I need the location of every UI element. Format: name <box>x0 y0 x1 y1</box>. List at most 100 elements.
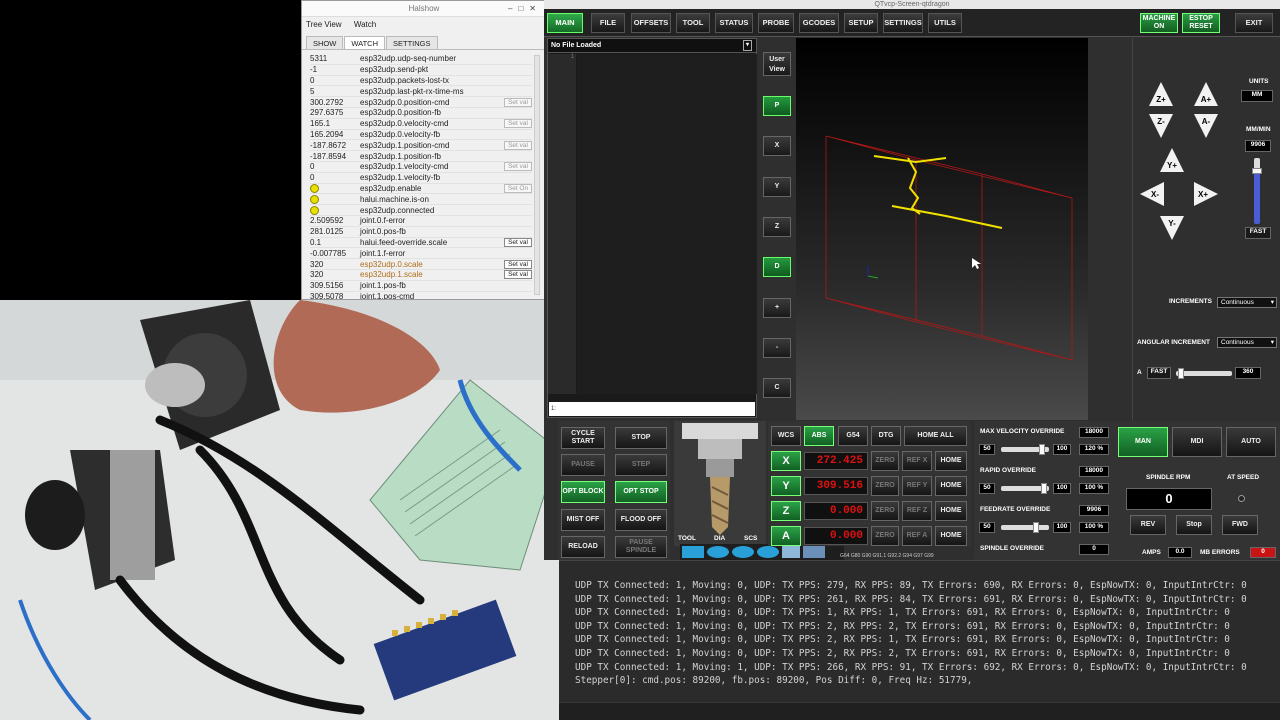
tab-utils[interactable]: UTILS <box>928 13 962 33</box>
mdi-input[interactable]: 1: <box>549 402 755 416</box>
spindle-rev-button[interactable]: REV <box>1130 515 1166 535</box>
gear-icon[interactable] <box>707 546 729 558</box>
dtg-button[interactable]: DTG <box>871 426 901 446</box>
tab-watch[interactable]: WATCH <box>344 36 386 49</box>
mode-auto-button[interactable]: AUTO <box>1226 427 1276 457</box>
tab-status[interactable]: STATUS <box>715 13 753 33</box>
menu-tree-view[interactable]: Tree View <box>306 20 342 29</box>
cycle-start-button[interactable]: CYCLE START <box>561 427 605 449</box>
axis-a-button[interactable]: A <box>771 526 801 546</box>
tool-icon[interactable] <box>682 546 704 558</box>
view-x-button[interactable]: X <box>763 136 791 156</box>
jog-rate-slider[interactable] <box>1252 158 1262 224</box>
tab-settings[interactable]: SETTINGS <box>386 36 438 49</box>
window-controls[interactable]: –□✕ <box>508 1 542 17</box>
axis-y-button[interactable]: Y <box>771 476 801 496</box>
ref-z-button[interactable]: REF Z <box>902 501 932 521</box>
spindle-stop-button[interactable]: Stop <box>1176 515 1212 535</box>
home-all-button[interactable]: HOME ALL <box>904 426 967 446</box>
home-y-button[interactable]: HOME <box>935 476 967 496</box>
axis-z-button[interactable]: Z <box>771 501 801 521</box>
a-jog-slider[interactable] <box>1176 368 1232 379</box>
ref-x-button[interactable]: REF X <box>902 451 932 471</box>
jog-z-plus-icon[interactable]: Z+ <box>1147 80 1175 108</box>
gear-icon[interactable] <box>757 546 779 558</box>
stop-button[interactable]: STOP <box>615 427 667 449</box>
angular-increment-combo[interactable]: Continuous ▾ <box>1217 337 1277 348</box>
override-slider[interactable] <box>1001 444 1049 455</box>
tab-main[interactable]: MAIN <box>547 13 583 33</box>
tab-show[interactable]: SHOW <box>306 36 344 49</box>
set-value-button[interactable]: Set val <box>504 140 532 150</box>
tab-gcodes[interactable]: GCODES <box>799 13 839 33</box>
watch-scrollbar[interactable] <box>534 55 540 295</box>
tab-settings[interactable]: SETTINGS <box>883 13 923 33</box>
jog-a-plus-icon[interactable]: A+ <box>1192 80 1220 108</box>
jog-fast-button[interactable]: FAST <box>1245 227 1271 239</box>
mode-man-button[interactable]: MAN <box>1118 427 1168 457</box>
set-value-button[interactable]: Set val <box>504 259 532 269</box>
home-a-button[interactable]: HOME <box>935 526 967 546</box>
view-y-button[interactable]: Y <box>763 177 791 197</box>
set-value-button[interactable]: Set val <box>504 97 532 107</box>
ref-a-button[interactable]: REF A <box>902 526 932 546</box>
machine-on-button[interactable]: MACHINE ON <box>1140 13 1178 33</box>
abs-button[interactable]: ABS <box>804 426 834 446</box>
gcode-text-area[interactable] <box>577 54 757 394</box>
mode-mdi-button[interactable]: MDI <box>1172 427 1222 457</box>
estop-reset-button[interactable]: ESTOP RESET <box>1182 13 1220 33</box>
jog-y-plus-icon[interactable]: Y+ <box>1158 146 1186 174</box>
zoom-out-button[interactable]: - <box>763 338 791 358</box>
set-value-button[interactable]: Set val <box>504 119 532 129</box>
exit-button[interactable]: EXIT <box>1235 13 1273 33</box>
increments-combo[interactable]: Continuous ▾ <box>1217 297 1277 308</box>
override-slider[interactable] <box>1001 522 1049 533</box>
gear-icon[interactable] <box>732 546 754 558</box>
view-d-button[interactable]: D <box>763 257 791 277</box>
magnifier-icon[interactable] <box>782 546 800 558</box>
flood-off-button[interactable]: FLOOD OFF <box>615 509 667 531</box>
tab-offsets[interactable]: OFFSETS <box>631 13 671 33</box>
set-value-button[interactable]: Set val <box>504 237 532 247</box>
tab-tool[interactable]: TOOL <box>676 13 710 33</box>
set-value-button[interactable]: Set val <box>504 162 532 172</box>
set-value-button[interactable]: Set On <box>504 183 532 193</box>
mist-off-button[interactable]: MIST OFF <box>561 509 605 531</box>
tab-setup[interactable]: SETUP <box>844 13 878 33</box>
set-value-button[interactable]: Set val <box>504 270 532 280</box>
pause-button[interactable]: PAUSE <box>561 454 605 476</box>
toolpath-preview[interactable] <box>796 38 1088 420</box>
jog-y-minus-icon[interactable]: Y- <box>1158 214 1186 242</box>
clear-button[interactable]: C <box>763 378 791 398</box>
jog-z-minus-icon[interactable]: Z- <box>1147 112 1175 140</box>
folder-icon[interactable] <box>803 546 825 558</box>
zoom-in-button[interactable]: + <box>763 298 791 318</box>
override-slider[interactable] <box>1001 483 1049 494</box>
zero-y-button[interactable]: ZERO <box>871 476 899 496</box>
reload-button[interactable]: RELOAD <box>561 536 605 558</box>
a-fast-button[interactable]: FAST <box>1147 367 1171 379</box>
chevron-down-icon[interactable]: ▾ <box>743 40 752 51</box>
jog-x-plus-icon[interactable]: X+ <box>1192 180 1220 208</box>
wcs-button[interactable]: WCS <box>771 426 801 446</box>
view-p-button[interactable]: P <box>763 96 791 116</box>
tab-probe[interactable]: PROBE <box>758 13 794 33</box>
step-button[interactable]: STEP <box>615 454 667 476</box>
menu-watch[interactable]: Watch <box>354 20 376 29</box>
g54-button[interactable]: G54 <box>838 426 868 446</box>
home-x-button[interactable]: HOME <box>935 451 967 471</box>
view-z-button[interactable]: Z <box>763 217 791 237</box>
toolpath-canvas[interactable] <box>796 38 1088 420</box>
spindle-fwd-button[interactable]: FWD <box>1222 515 1258 535</box>
pause-spindle-button[interactable]: PAUSE SPINDLE <box>615 536 667 558</box>
zero-a-button[interactable]: ZERO <box>871 526 899 546</box>
opt-block-button[interactable]: OPT BLOCK <box>561 481 605 503</box>
tab-file[interactable]: FILE <box>591 13 625 33</box>
home-z-button[interactable]: HOME <box>935 501 967 521</box>
user-view-button[interactable]: User View <box>763 52 791 76</box>
file-combo[interactable]: No File Loaded ▾ <box>548 39 756 53</box>
zero-x-button[interactable]: ZERO <box>871 451 899 471</box>
axis-x-button[interactable]: X <box>771 451 801 471</box>
zero-z-button[interactable]: ZERO <box>871 501 899 521</box>
jog-a-minus-icon[interactable]: A- <box>1192 112 1220 140</box>
